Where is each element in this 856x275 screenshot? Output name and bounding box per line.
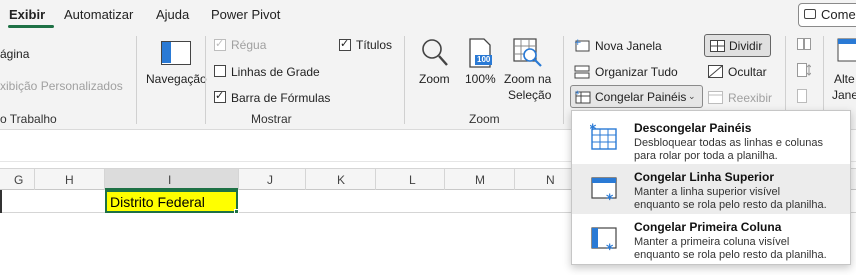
menu-item-unfreeze[interactable]: * Descongelar Painéis Desbloquear todas …	[572, 115, 850, 165]
grid-left-border	[0, 190, 2, 213]
column-header-k[interactable]: K	[337, 173, 345, 187]
zoom-icon	[421, 38, 449, 68]
hide-button[interactable]: Ocultar	[728, 65, 767, 79]
column-header-m[interactable]: M	[475, 173, 485, 187]
menu-item-desc-2: enquanto se rola pelo resto da planilha.	[634, 249, 827, 261]
group-separator	[136, 36, 137, 124]
reset-position-icon	[797, 89, 811, 103]
ruler-label: Régua	[231, 38, 267, 52]
tab-automatizar[interactable]: Automatizar	[64, 7, 133, 22]
column-divider	[375, 169, 376, 190]
navigation-icon	[161, 41, 191, 65]
column-header-i[interactable]: I	[168, 173, 171, 187]
zoom-100-icon-text: 100	[477, 55, 491, 64]
ribbon-tabs: Exibir Automatizar Ajuda Power Pivot Com…	[0, 0, 856, 30]
group-separator	[563, 36, 564, 124]
menu-item-title: Congelar Linha Superior	[634, 170, 775, 184]
comments-button[interactable]: Comer	[798, 3, 856, 27]
column-divider	[34, 169, 35, 190]
new-window-button[interactable]: Nova Janela	[595, 39, 662, 53]
custom-views-label: xibição Personalizados	[0, 79, 123, 93]
freeze-panes-label: Congelar Painéis	[595, 90, 687, 104]
zoom-to-selection-icon	[513, 38, 543, 68]
zoom-100-icon: 100	[468, 38, 494, 68]
gridlines-label[interactable]: Linhas de Grade	[231, 65, 320, 79]
comments-button-label: Comer	[821, 7, 856, 22]
menu-item-desc-2: para rolar por toda a planilha.	[634, 150, 778, 162]
svg-text:*: *	[606, 242, 614, 254]
switch-windows-line2[interactable]: Jane	[832, 88, 856, 102]
menu-item-desc-1: Manter a primeira coluna visível	[634, 236, 790, 248]
tab-power-pivot[interactable]: Power Pivot	[211, 7, 280, 22]
group-separator	[404, 36, 405, 124]
chevron-down-icon: ⌄	[688, 91, 696, 101]
freeze-panes-menu: * Descongelar Painéis Desbloquear todas …	[571, 110, 851, 265]
zoom-button[interactable]: Zoom	[419, 72, 450, 86]
selected-cell[interactable]: Distrito Federal	[105, 190, 238, 213]
group-separator	[205, 36, 206, 124]
svg-text:*: *	[590, 123, 597, 138]
tab-ajuda[interactable]: Ajuda	[156, 7, 189, 22]
workbook-views-group-label: o Trabalho	[0, 112, 57, 126]
active-tab-indicator	[8, 25, 54, 28]
menu-item-freeze-first-column[interactable]: * Congelar Primeira Coluna Manter a prim…	[572, 214, 850, 264]
column-divider	[238, 169, 239, 190]
unfreeze-panes-icon: *	[589, 122, 618, 151]
column-header-n[interactable]: N	[546, 173, 555, 187]
menu-item-desc-1: Manter a linha superior visível	[634, 186, 781, 198]
unhide-window-icon	[708, 91, 723, 104]
zoom-group-label: Zoom	[469, 112, 500, 126]
show-group-label: Mostrar	[251, 112, 292, 126]
side-by-side-icon	[797, 38, 811, 50]
freeze-top-row-icon: *	[590, 176, 618, 208]
new-window-icon: +	[574, 38, 590, 52]
column-header-j[interactable]: J	[267, 173, 273, 187]
column-divider	[444, 169, 445, 190]
column-header-l[interactable]: L	[409, 173, 416, 187]
page-layout-label[interactable]: ágina	[0, 47, 29, 61]
switch-windows-icon	[836, 38, 856, 68]
headings-label[interactable]: Títulos	[356, 38, 392, 52]
gridlines-checkbox[interactable]	[214, 65, 226, 77]
formula-bar-label[interactable]: Barra de Fórmulas	[231, 91, 330, 105]
navigation-button[interactable]: Navegação	[146, 72, 207, 86]
column-divider	[514, 169, 515, 190]
split-icon	[710, 40, 725, 52]
zoom-100-button[interactable]: 100%	[465, 72, 496, 86]
freeze-panes-button[interactable]: * Congelar Painéis ⌄	[570, 85, 703, 108]
arrange-all-icon	[574, 65, 590, 79]
hide-window-icon	[708, 65, 723, 78]
split-label: Dividir	[729, 39, 763, 53]
fill-handle[interactable]	[234, 209, 239, 214]
sync-scrolling-icon	[797, 63, 812, 77]
svg-text:+: +	[574, 38, 582, 48]
menu-item-title: Congelar Primeira Coluna	[634, 220, 782, 234]
tab-exibir[interactable]: Exibir	[9, 7, 45, 22]
column-header-selected	[105, 169, 238, 190]
formula-bar-checkbox[interactable]	[214, 89, 226, 103]
comment-icon	[804, 9, 816, 19]
freeze-first-column-icon: *	[590, 226, 618, 258]
column-header-g[interactable]: G	[14, 173, 23, 187]
zoom-selection-line2[interactable]: Seleção	[508, 88, 551, 102]
headings-checkbox[interactable]	[339, 37, 351, 51]
menu-item-freeze-top-row[interactable]: * Congelar Linha Superior Manter a linha…	[572, 164, 850, 214]
menu-item-desc-1: Desbloquear todas as linhas e colunas	[634, 137, 823, 149]
svg-text:*: *	[606, 192, 614, 204]
column-header-h[interactable]: H	[65, 173, 74, 187]
ruler-checkbox	[214, 37, 226, 51]
column-divider	[305, 169, 306, 190]
unhide-button: Reexibir	[728, 91, 773, 105]
arrange-all-button[interactable]: Organizar Tudo	[595, 65, 678, 79]
split-button[interactable]: Dividir	[704, 34, 771, 57]
menu-item-desc-2: enquanto se rola pelo resto da planilha.	[634, 199, 827, 211]
menu-item-title: Descongelar Painéis	[634, 121, 752, 135]
switch-windows-line1[interactable]: Alte	[834, 72, 855, 86]
freeze-panes-icon: *	[575, 89, 591, 104]
zoom-selection-line1[interactable]: Zoom na	[504, 72, 551, 86]
svg-text:*: *	[575, 90, 580, 100]
